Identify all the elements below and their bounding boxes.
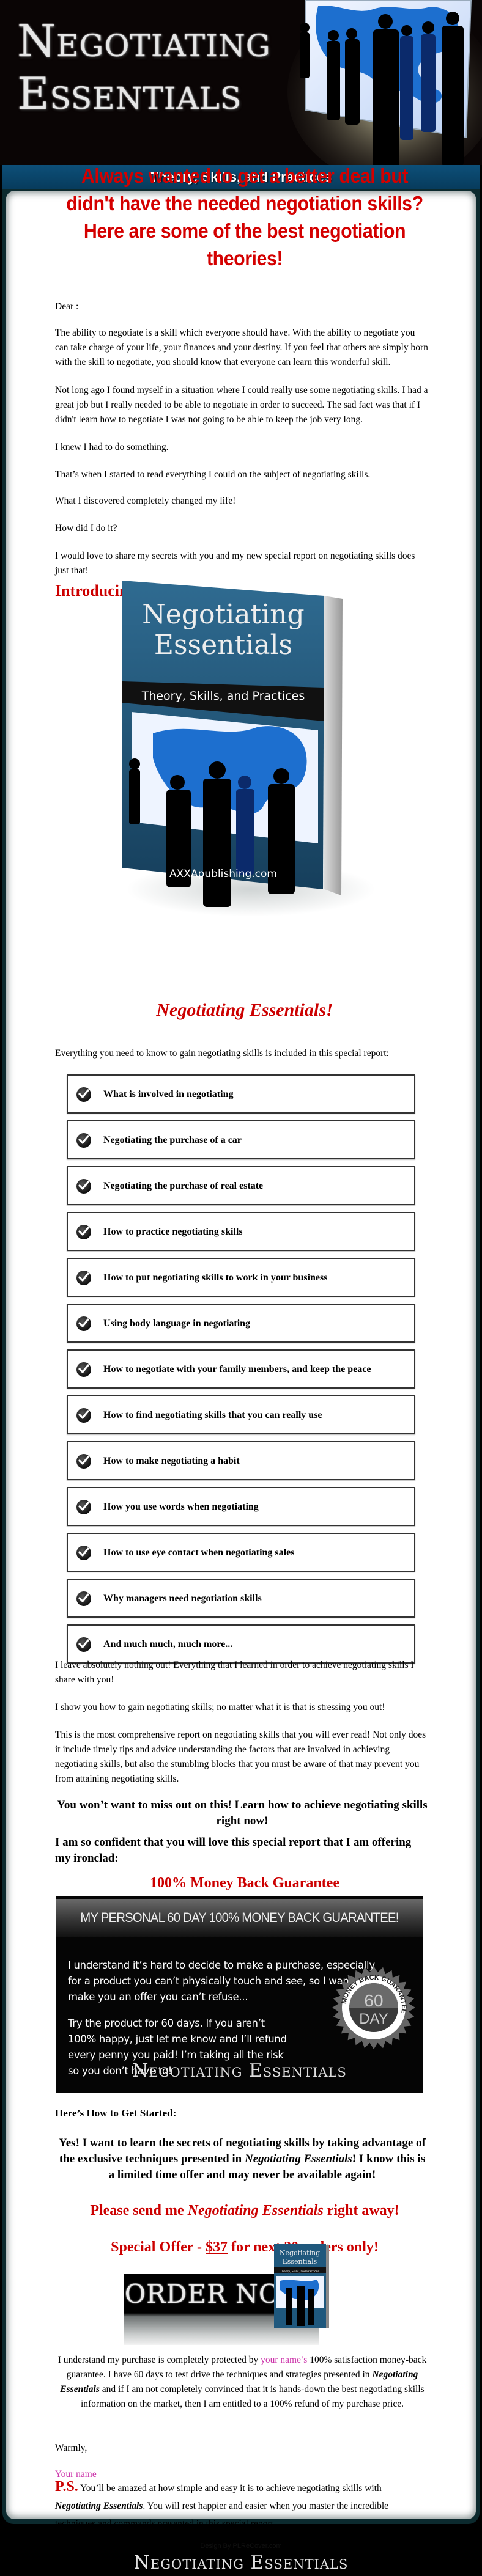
checkmark-icon xyxy=(76,1087,91,1102)
checkmark-icon xyxy=(76,1225,91,1239)
book-publisher: AXXApublishing.com xyxy=(169,868,277,880)
site-title: Negotiating Essentials xyxy=(17,15,271,120)
checklist-item: How to make negotiating a habit xyxy=(67,1441,415,1480)
intro-paragraph-1: The ability to negotiate is a skill whic… xyxy=(55,328,428,367)
checklist-item-label: How to put negotiating skills to work in… xyxy=(103,1272,328,1283)
intro-paragraph-2: Not long ago I found myself in a situati… xyxy=(55,385,428,425)
checkmark-icon xyxy=(76,1546,91,1560)
price: $37 xyxy=(206,2239,228,2255)
svg-text:Negotiating: Negotiating xyxy=(280,2249,320,2257)
site-title-line1: Negotiating xyxy=(17,15,271,67)
confident-statement: I am so confident that you will love thi… xyxy=(55,1836,412,1865)
checklist-item: How to practice negotiating skills xyxy=(67,1212,415,1251)
intro-paragraph-3: I knew I had to do something. xyxy=(55,442,169,452)
checkmark-icon xyxy=(76,1316,91,1331)
checkmark-icon xyxy=(76,1454,91,1469)
ps-label: P.S. xyxy=(55,2479,78,2495)
checkmark-icon xyxy=(76,1133,91,1148)
checkmark-icon xyxy=(76,1271,91,1285)
checklist-item: How to put negotiating skills to work in… xyxy=(67,1258,415,1297)
book-subtitle: Theory, Skills, and Practices xyxy=(141,689,305,703)
checklist-item-label: And much much, much more... xyxy=(103,1639,233,1649)
signoff-warmly: Warmly, xyxy=(55,2443,87,2453)
checklist-item-label: How to find negotiating skills that you … xyxy=(103,1410,322,1420)
guarantee-bar: MY PERSONAL 60 DAY 100% MONEY BACK GUARA… xyxy=(56,1899,423,1937)
mini-book-cover-image[interactable]: Negotiating Essentials Theory, Skills, a… xyxy=(274,2244,330,2330)
checklist-item-label: How to negotiate with your family member… xyxy=(103,1364,371,1374)
checklist-item-label: How to make negotiating a habit xyxy=(103,1456,240,1466)
checklist-item: What is involved in negotiating xyxy=(67,1074,415,1114)
checkmark-icon xyxy=(76,1408,91,1423)
60-day-guarantee-seal-icon: 60 DAY MONEY BACK GUARANTEE xyxy=(332,1966,415,2049)
checklist-item-label: Negotiating the purchase of a car xyxy=(103,1135,242,1145)
checklist-item: Negotiating the purchase of a car xyxy=(67,1120,415,1159)
checklist-item: How you use words when negotiating xyxy=(67,1487,415,1526)
purchase-protection-text: I understand my purchase is completely p… xyxy=(57,2355,427,2409)
postscript: P.S. You’ll be amazed at how simple and … xyxy=(55,2479,389,2529)
book-cover-image: Negotiating Essentials Theory, Skills, a… xyxy=(122,581,343,907)
svg-text:DAY: DAY xyxy=(359,2011,388,2027)
book-title-line1: Negotiating xyxy=(142,599,304,630)
book-title-line2: Essentials xyxy=(154,629,292,661)
checklist-item-label: How to practice negotiating skills xyxy=(103,1227,243,1237)
svg-text:Essentials: Essentials xyxy=(283,2258,317,2266)
checklist-item-label: How to use eye contact when negotiating … xyxy=(103,1547,295,1558)
footer-brand: Negotiating Essentials xyxy=(133,2552,349,2574)
checklist-item-label: What is involved in negotiating xyxy=(103,1089,234,1099)
body-paragraph-2: I show you how to gain negotiating skill… xyxy=(55,1702,385,1712)
design-credit: Design By PLReCover.com xyxy=(200,2542,282,2550)
list-intro: Everything you need to know to gain nego… xyxy=(55,1048,389,1059)
checklist-item: Using body language in negotiating xyxy=(67,1304,415,1343)
checklist-item: Why managers need negotiation skills xyxy=(67,1579,415,1618)
get-started-heading: Here’s How to Get Started: xyxy=(55,2107,177,2119)
checkmark-icon xyxy=(76,1179,91,1194)
checklist-item: How to find negotiating skills that you … xyxy=(67,1395,415,1434)
miss-out-callout: You won’t want to miss out on this! Lear… xyxy=(57,1799,428,1827)
checklist-item-label: Why managers need negotiation skills xyxy=(103,1593,262,1604)
send-me-heading: Please send me Negotiating Essentials ri… xyxy=(90,2203,399,2218)
checklist-item: How to use eye contact when negotiating … xyxy=(67,1533,415,1572)
main-headline: Always wanted to get a better deal but d… xyxy=(66,164,423,270)
intro-paragraph-4: That’s when I started to read everything… xyxy=(55,469,371,480)
seller-name-link[interactable]: your name’s xyxy=(261,2355,307,2365)
guarantee-text-1: I understand it’s hard to decide to make… xyxy=(68,1959,375,2003)
guarantee-bar-text: MY PERSONAL 60 DAY 100% MONEY BACK GUARA… xyxy=(80,1910,399,1925)
site-title-line2: Essentials xyxy=(17,68,242,119)
product-name-heading: Negotiating Essentials! xyxy=(156,1000,333,1020)
intro-paragraph-7: I would love to share my secrets with yo… xyxy=(55,551,415,576)
yes-statement: Yes! I want to learn the secrets of nego… xyxy=(59,2137,426,2181)
guarantee-brand: Negotiating Essentials xyxy=(132,2060,347,2082)
svg-text:Theory, Skills, and Practices: Theory, Skills, and Practices xyxy=(280,2270,319,2273)
checkmark-icon xyxy=(76,1362,91,1377)
checklist-item-label: Negotiating the purchase of real estate xyxy=(103,1181,264,1191)
body-paragraph-1: I leave absolutely nothing out! Everythi… xyxy=(55,1660,414,1685)
guarantee-panel: MY PERSONAL 60 DAY 100% MONEY BACK GUARA… xyxy=(56,1896,423,2093)
body-paragraph-3: This is the most comprehensive report on… xyxy=(55,1730,426,1784)
intro-paragraph-6: How did I do it? xyxy=(55,523,117,534)
special-offer-heading: Special Offer - $37 for next 20 orders o… xyxy=(111,2239,379,2255)
header-banner: Negotiating Essentials xyxy=(0,0,482,165)
intro-paragraph-5: What I discovered completely changed my … xyxy=(55,496,236,506)
checkmark-icon xyxy=(76,1591,91,1606)
checklist-item: How to negotiate with your family member… xyxy=(67,1349,415,1389)
checklist-item: Negotiating the purchase of real estate xyxy=(67,1166,415,1205)
svg-text:60: 60 xyxy=(364,1991,383,2010)
checkmark-icon xyxy=(76,1637,91,1652)
checkmark-icon xyxy=(76,1500,91,1514)
checklist-item-label: How you use words when negotiating xyxy=(103,1502,259,1512)
business-people-map-illustration xyxy=(287,0,482,165)
guarantee-heading: 100% Money Back Guarantee xyxy=(150,1875,339,1891)
checklist-item-label: Using body language in negotiating xyxy=(103,1318,251,1329)
greeting: Dear : xyxy=(55,301,79,312)
